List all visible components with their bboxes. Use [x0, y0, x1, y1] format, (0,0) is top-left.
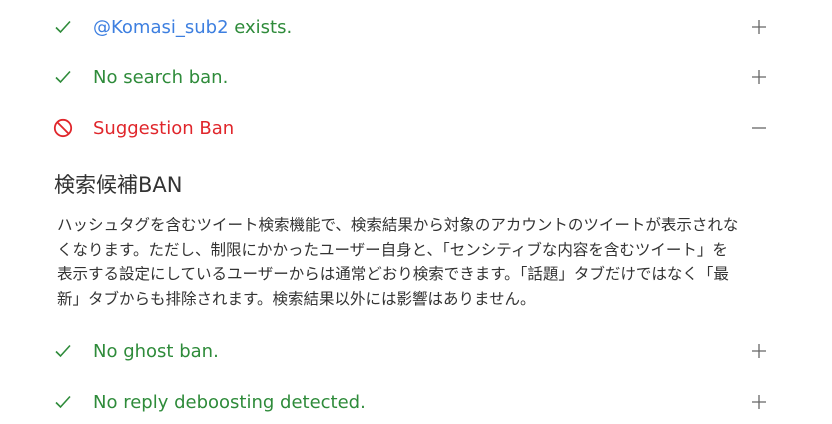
account-handle-link[interactable]: @Komasi_sub2: [93, 17, 229, 38]
check-icon: [52, 16, 74, 38]
detail-line: 新」タブからも排除されます。検索結果以外には影響はありません。: [57, 289, 536, 308]
ban-icon: [52, 117, 74, 139]
plus-icon[interactable]: [750, 393, 768, 411]
detail-description: ハッシュタグを含むツイート検索機能で、検索結果から対象のアカウントのツイートが表…: [57, 213, 777, 311]
check-row-exists[interactable]: @Komasi_sub2 exists.: [0, 7, 832, 47]
plus-icon[interactable]: [750, 18, 768, 36]
detail-line: 表示する設定にしているユーザーからは通常どおり検索できます。「話題」タブだけでは…: [57, 265, 729, 283]
check-row-suggestion-ban[interactable]: Suggestion Ban: [0, 108, 832, 148]
check-icon: [52, 340, 74, 362]
check-label-ghost-ban: No ghost ban.: [93, 340, 219, 362]
detail-title: 検索候補BAN: [54, 173, 183, 197]
check-label-suggestion-ban: Suggestion Ban: [93, 117, 235, 139]
minus-icon[interactable]: [750, 119, 768, 137]
exists-text: exists.: [228, 16, 293, 38]
check-icon: [52, 66, 74, 88]
check-row-reply-deboosting[interactable]: No reply deboosting detected.: [0, 382, 832, 422]
check-label-exists: @Komasi_sub2 exists.: [93, 17, 292, 38]
plus-icon[interactable]: [750, 342, 768, 360]
check-label-reply-deboosting: No reply deboosting detected.: [93, 391, 366, 413]
detail-line: くなります。ただし、制限にかかったユーザー自身と、「センシティブな内容を含むツイ…: [57, 240, 728, 259]
plus-icon[interactable]: [750, 68, 768, 86]
check-icon: [52, 391, 74, 413]
shadowban-results: @Komasi_sub2 exists. No search ban. Sugg…: [0, 0, 832, 424]
detail-line: ハッシュタグを含むツイート検索機能で、検索結果から対象のアカウントのツイートが表…: [57, 216, 739, 234]
check-row-ghost-ban[interactable]: No ghost ban.: [0, 331, 832, 371]
check-label-search-ban: No search ban.: [93, 66, 229, 88]
check-row-search-ban[interactable]: No search ban.: [0, 57, 832, 97]
